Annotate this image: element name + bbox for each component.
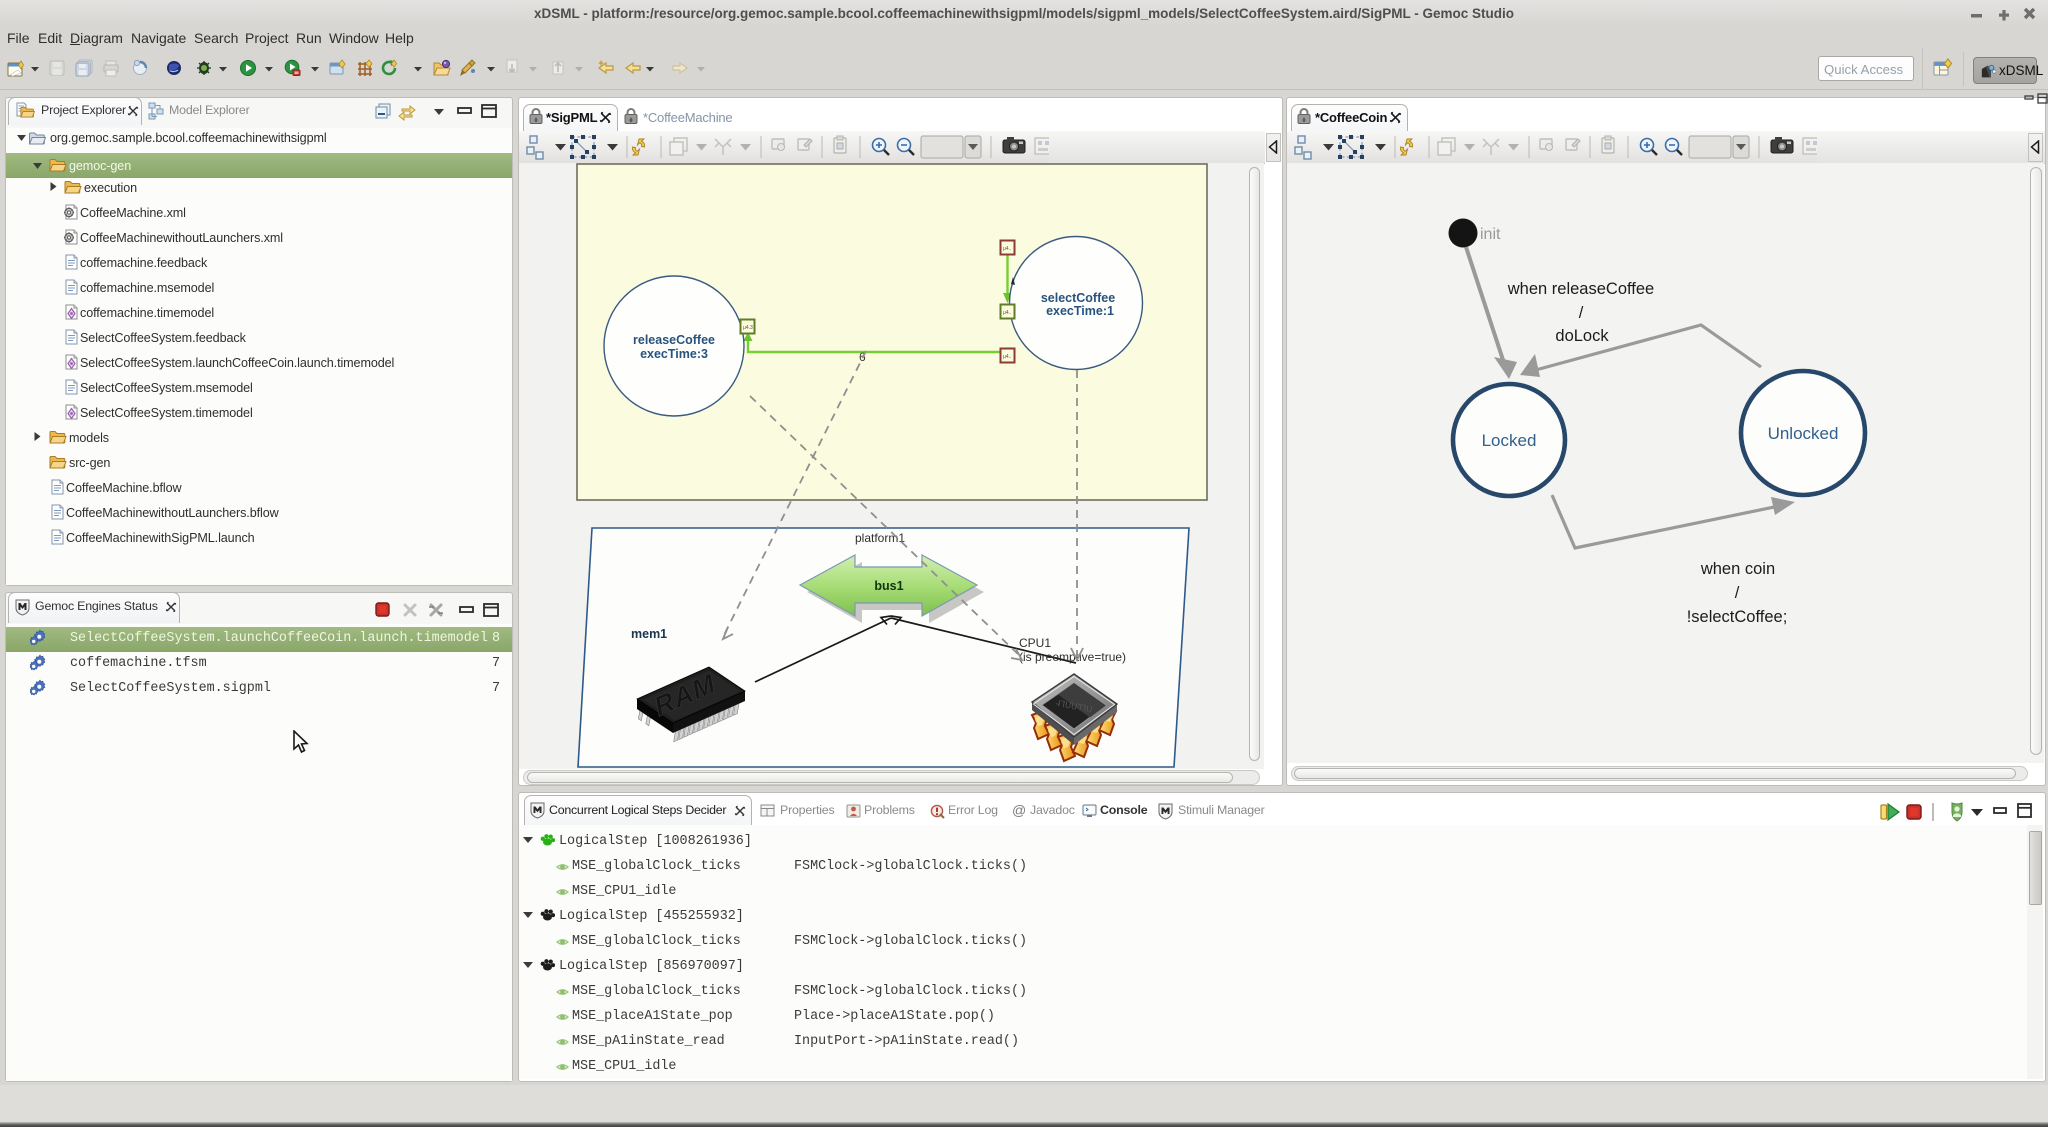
svg-text:execTime:1: execTime:1 xyxy=(1046,304,1114,318)
svg-text:init: init xyxy=(1480,226,1501,243)
svg-text:μ4..: μ4.. xyxy=(1003,246,1011,252)
svg-text:μ4..: μ4.. xyxy=(1003,354,1011,360)
svg-text:μ4..: μ4.. xyxy=(1003,310,1011,316)
svg-text:!selectCoffee;: !selectCoffee; xyxy=(1687,608,1788,626)
svg-text:releaseCoffee: releaseCoffee xyxy=(633,333,715,347)
svg-text:when releaseCoffee: when releaseCoffee xyxy=(1507,280,1654,298)
svg-text:when coin: when coin xyxy=(1700,560,1775,578)
svg-text:doLock: doLock xyxy=(1555,327,1609,345)
svg-text:μ4.3: μ4.3 xyxy=(743,325,753,331)
svg-text:platform1: platform1 xyxy=(855,531,905,545)
svg-text:/: / xyxy=(1735,584,1740,602)
svg-text:mem1: mem1 xyxy=(631,627,667,641)
svg-text:bus1: bus1 xyxy=(874,579,903,593)
svg-text:/: / xyxy=(1579,304,1584,322)
svg-text:selectCoffee: selectCoffee xyxy=(1041,291,1115,305)
svg-text:Locked: Locked xyxy=(1482,431,1537,450)
svg-text:CPU1: CPU1 xyxy=(1019,636,1051,650)
svg-text:Unlocked: Unlocked xyxy=(1768,424,1839,443)
svg-text:execTime:3: execTime:3 xyxy=(640,347,708,361)
